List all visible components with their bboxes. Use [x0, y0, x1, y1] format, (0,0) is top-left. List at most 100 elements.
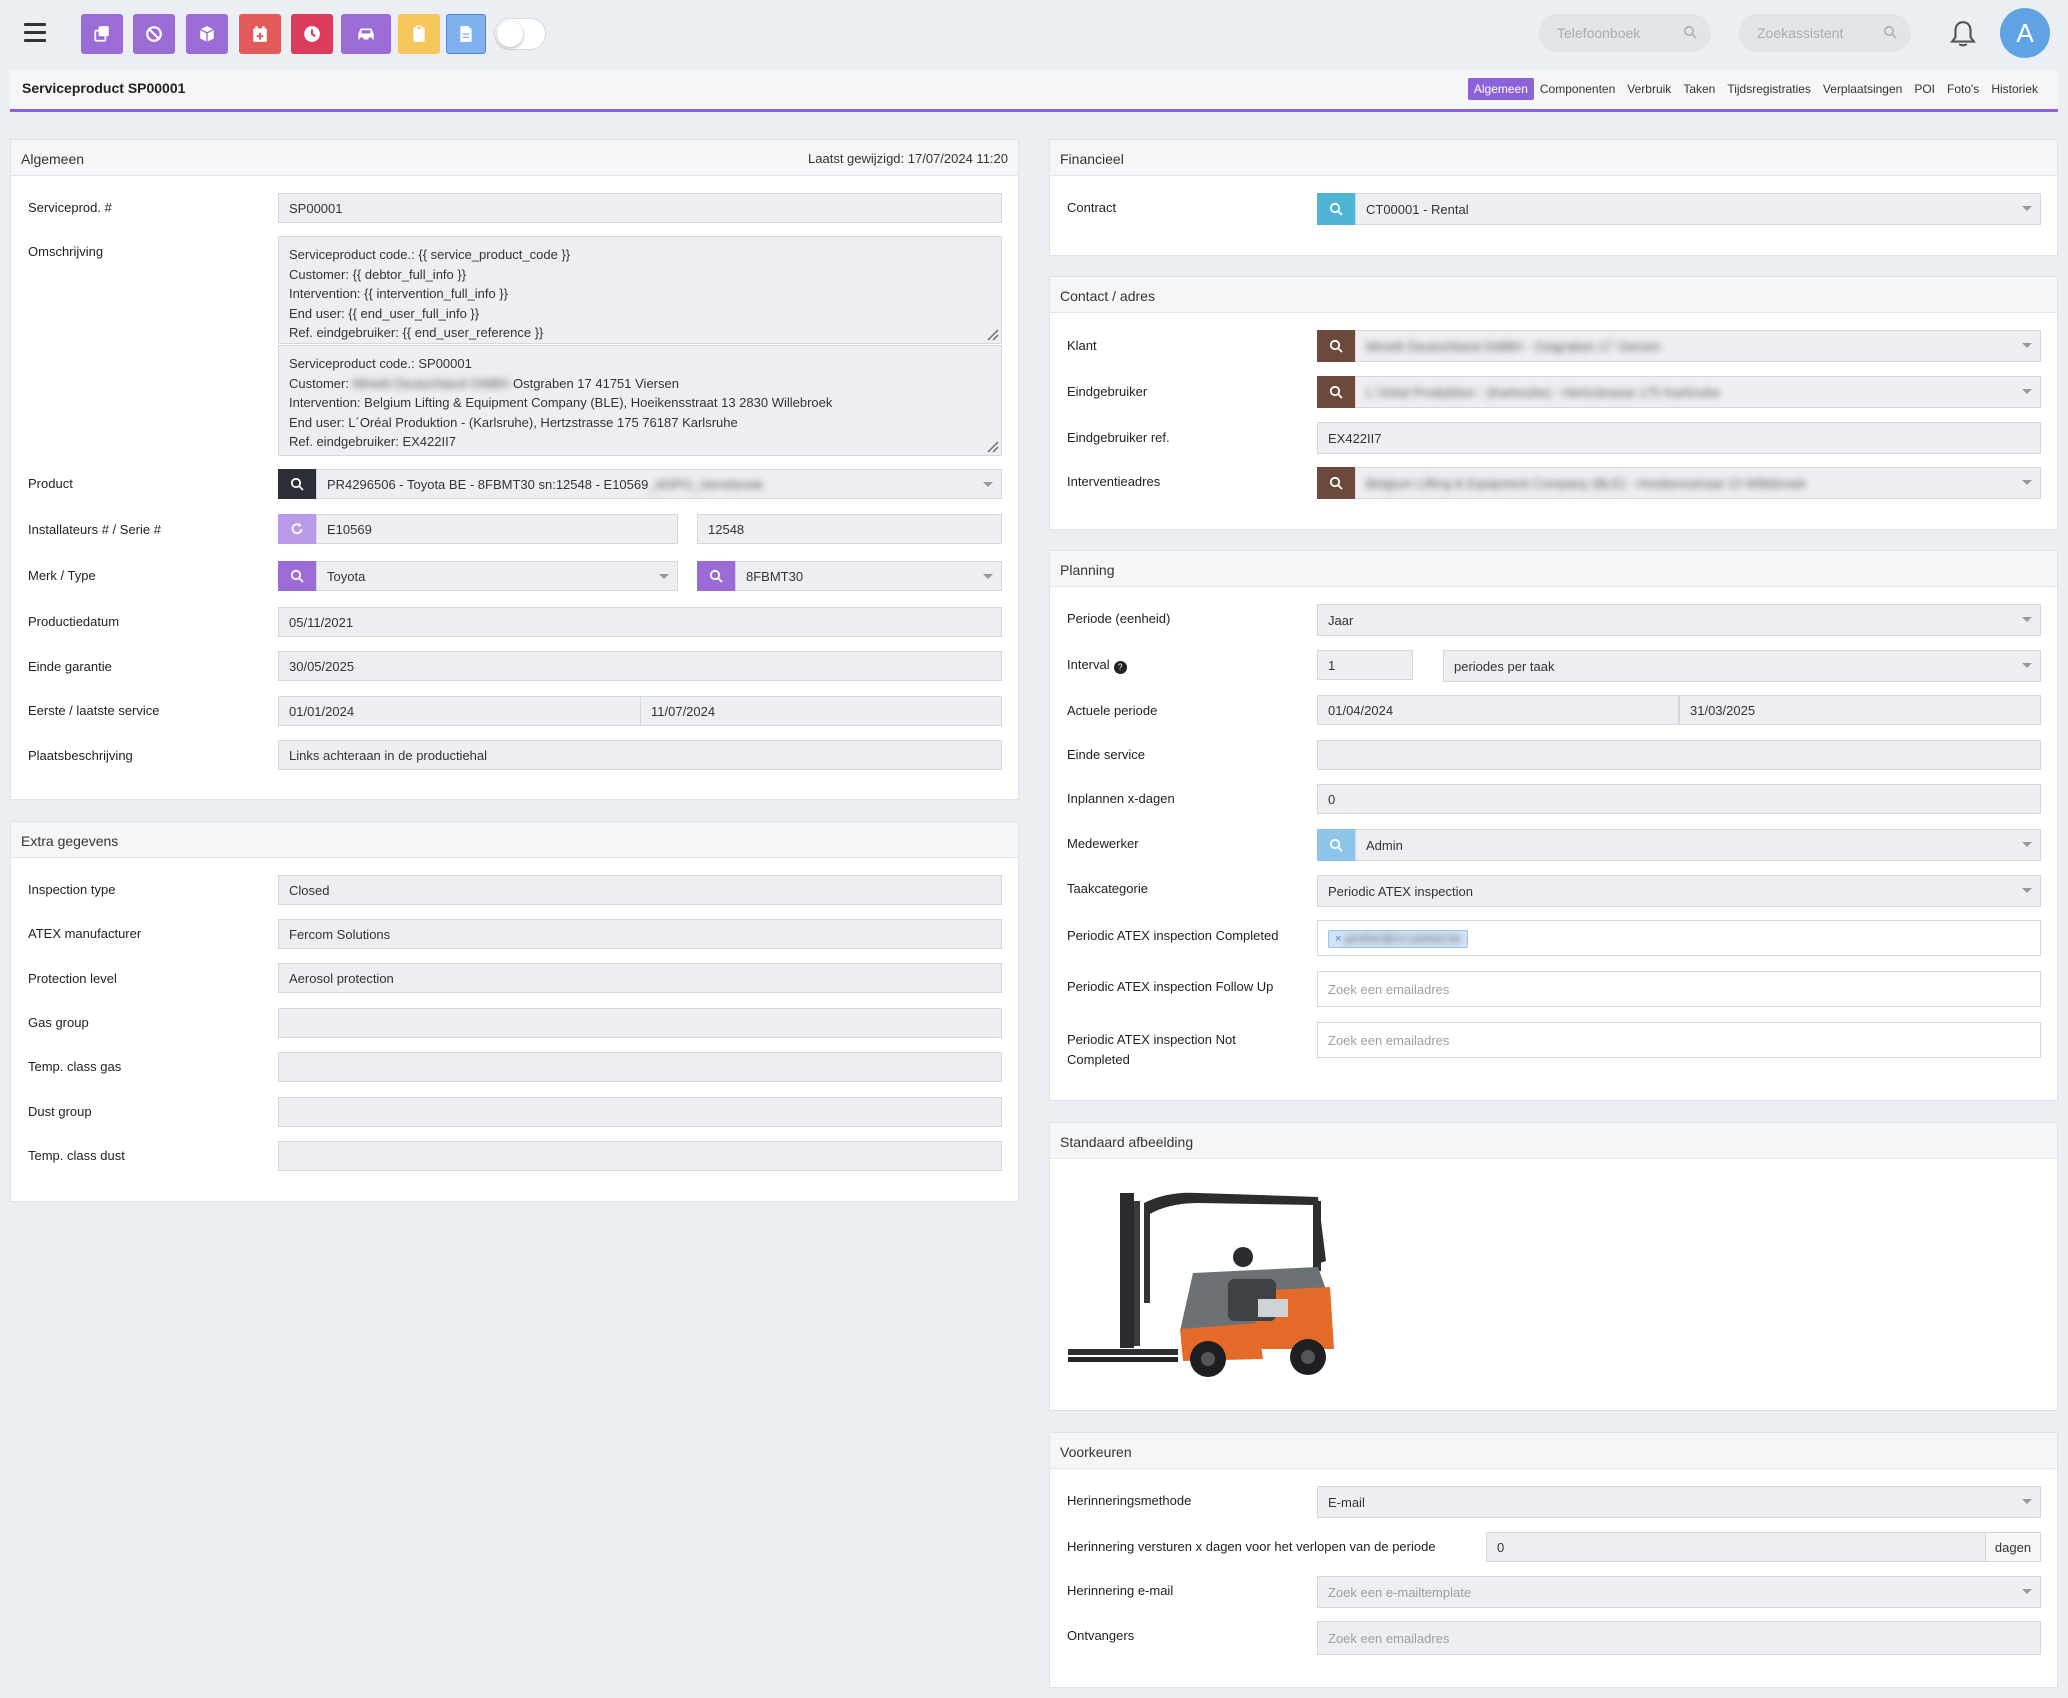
- panel-header: Contact / adres: [1050, 277, 2057, 313]
- notcompleted-email-input[interactable]: Zoek een emailadres: [1317, 1022, 2041, 1058]
- dust-group-field[interactable]: [278, 1097, 1002, 1127]
- temp-class-dust-field[interactable]: [278, 1141, 1002, 1171]
- employee-search-button[interactable]: [1317, 829, 1355, 861]
- tab-algemeen[interactable]: Algemeen: [1467, 78, 1534, 100]
- email-tag[interactable]: × gunther@ccr-partner.be: [1328, 930, 1468, 948]
- remove-tag-icon[interactable]: ×: [1335, 933, 1341, 945]
- hamburger-menu-icon[interactable]: [24, 23, 46, 42]
- help-icon[interactable]: ?: [1113, 661, 1127, 674]
- tab-verbruik[interactable]: Verbruik: [1621, 78, 1677, 100]
- archive-button[interactable]: [186, 14, 228, 54]
- current-period-start-field[interactable]: 01/04/2024: [1317, 695, 1679, 725]
- tab-tijdsregistraties[interactable]: Tijdsregistraties: [1721, 78, 1817, 100]
- chevron-down-icon: [2022, 1499, 2032, 1504]
- employee-select[interactable]: Admin: [1355, 829, 2041, 861]
- avatar[interactable]: A: [2000, 8, 2050, 58]
- warranty-end-field[interactable]: 30/05/2025: [278, 651, 1002, 681]
- followup-email-input[interactable]: Zoek een emailadres: [1317, 971, 2041, 1007]
- schedule-days-field[interactable]: 0: [1317, 784, 2041, 814]
- tab-fotos[interactable]: Foto's: [1941, 78, 1985, 100]
- search-icon: [290, 569, 304, 583]
- completed-email-input[interactable]: × gunther@ccr-partner.be: [1317, 920, 2041, 956]
- refresh-button[interactable]: [278, 514, 316, 544]
- enduser-search-button[interactable]: [1317, 376, 1355, 408]
- bell-icon[interactable]: [1950, 20, 1976, 48]
- current-period-end-field[interactable]: 31/03/2025: [1679, 695, 2041, 725]
- tab-poi[interactable]: POI: [1908, 78, 1941, 100]
- copy-button[interactable]: [81, 14, 123, 54]
- gas-group-field[interactable]: [278, 1008, 1002, 1038]
- travel-button[interactable]: [341, 14, 391, 54]
- period-unit-select[interactable]: Jaar: [1317, 604, 2041, 636]
- enduser-ref-field[interactable]: EX422II7: [1317, 422, 2041, 454]
- brand-search-button[interactable]: [278, 561, 316, 591]
- intervention-address-select[interactable]: Belgium Lifting & Equipment Company (BLE…: [1355, 467, 2041, 499]
- search-icon: [1329, 339, 1343, 353]
- enduser-select[interactable]: L´Oréal Produktion - (Karlsruhe) - Hertz…: [1355, 376, 2041, 408]
- image-panel: Standaard afbeelding: [1049, 1122, 2058, 1411]
- atex-manufacturer-field[interactable]: Fercom Solutions: [278, 919, 1002, 949]
- last-service-field[interactable]: 11/07/2024: [640, 696, 1002, 726]
- contract-select[interactable]: CT00001 - Rental: [1355, 193, 2041, 225]
- tab-taken[interactable]: Taken: [1677, 78, 1721, 100]
- tab-historiek[interactable]: Historiek: [1985, 78, 2044, 100]
- first-service-field[interactable]: 01/01/2024: [278, 696, 641, 726]
- phonebook-search[interactable]: Telefoonboek: [1539, 14, 1711, 52]
- installer-number-field[interactable]: E10569: [316, 514, 678, 544]
- extra-panel: Extra gegevens Inspection type Closed AT…: [10, 821, 1019, 1202]
- toggle-switch[interactable]: [494, 18, 546, 50]
- recipients-input[interactable]: Zoek een emailadres: [1317, 1621, 2041, 1655]
- interval-field[interactable]: 1: [1317, 650, 1413, 680]
- clipboard-button[interactable]: [398, 14, 440, 54]
- assistant-search[interactable]: Zoekassistent: [1739, 14, 1911, 52]
- reminder-days-field[interactable]: 0: [1486, 1532, 1986, 1562]
- forklift-image: [1068, 1192, 1334, 1377]
- protection-level-field[interactable]: Aerosol protection: [278, 963, 1002, 993]
- page-header: Serviceproduct SP00001 Algemeen Componen…: [10, 70, 2058, 112]
- chevron-down-icon: [2022, 389, 2032, 394]
- inspection-type-field[interactable]: Closed: [278, 875, 1002, 905]
- resize-handle-icon[interactable]: [985, 439, 999, 453]
- resize-handle-icon[interactable]: [985, 327, 999, 341]
- field-label: Klant: [1067, 338, 1097, 353]
- chevron-down-icon: [983, 574, 993, 579]
- field-label: Periode (eenheid): [1067, 611, 1171, 626]
- panel-header: Planning: [1050, 551, 2057, 587]
- type-search-button[interactable]: [697, 561, 735, 591]
- document-button[interactable]: [446, 14, 486, 54]
- task-category-select[interactable]: Periodic ATEX inspection: [1317, 875, 2041, 907]
- product-select[interactable]: PR4296506 - Toyota BE - 8FBMT30 sn:12548…: [316, 469, 1002, 499]
- serviceprod-field[interactable]: SP00001: [278, 193, 1002, 223]
- interval-unit-select[interactable]: periodes per taak: [1443, 650, 2041, 682]
- block-button[interactable]: [133, 14, 175, 54]
- description-rendered-textarea[interactable]: Serviceproduct code.: SP00001 Customer: …: [278, 345, 1002, 456]
- temp-class-gas-field[interactable]: [278, 1052, 1002, 1082]
- chevron-down-icon: [2022, 480, 2032, 485]
- customer-search-button[interactable]: [1317, 330, 1355, 362]
- add-calendar-button[interactable]: [239, 14, 281, 54]
- chevron-down-icon: [2022, 663, 2032, 668]
- production-date-field[interactable]: 05/11/2021: [278, 607, 1002, 637]
- field-label: Periodic ATEX inspection Completed: [1067, 928, 1279, 943]
- serial-number-field[interactable]: 12548: [697, 514, 1002, 544]
- chevron-down-icon: [2022, 842, 2032, 847]
- field-label: Medewerker: [1067, 836, 1139, 851]
- reminder-method-select[interactable]: E-mail: [1317, 1486, 2041, 1518]
- type-select[interactable]: 8FBMT30: [735, 561, 1002, 591]
- description-template-textarea[interactable]: Serviceproduct code.: {{ service_product…: [278, 236, 1002, 344]
- brand-select[interactable]: Toyota: [316, 561, 678, 591]
- search-icon: [290, 477, 304, 491]
- tab-verplaatsingen[interactable]: Verplaatsingen: [1817, 78, 1908, 100]
- time-button[interactable]: [291, 14, 333, 54]
- reminder-email-select[interactable]: Zoek een e-mailtemplate: [1317, 1576, 2041, 1608]
- end-service-field[interactable]: [1317, 740, 2041, 770]
- tab-componenten[interactable]: Componenten: [1534, 78, 1621, 100]
- contract-search-button[interactable]: [1317, 193, 1355, 225]
- product-search-button[interactable]: [278, 469, 316, 499]
- panel-header: Algemeen Laatst gewijzigd: 17/07/2024 11…: [11, 140, 1018, 176]
- intervention-search-button[interactable]: [1317, 467, 1355, 499]
- customer-select[interactable]: Minetti Deutschland GMBH - Ostgraben 17 …: [1355, 330, 2041, 362]
- location-field[interactable]: Links achteraan in de productiehal: [278, 740, 1002, 770]
- field-label: Eindgebruiker ref.: [1067, 430, 1170, 445]
- search-icon: [1329, 838, 1343, 852]
